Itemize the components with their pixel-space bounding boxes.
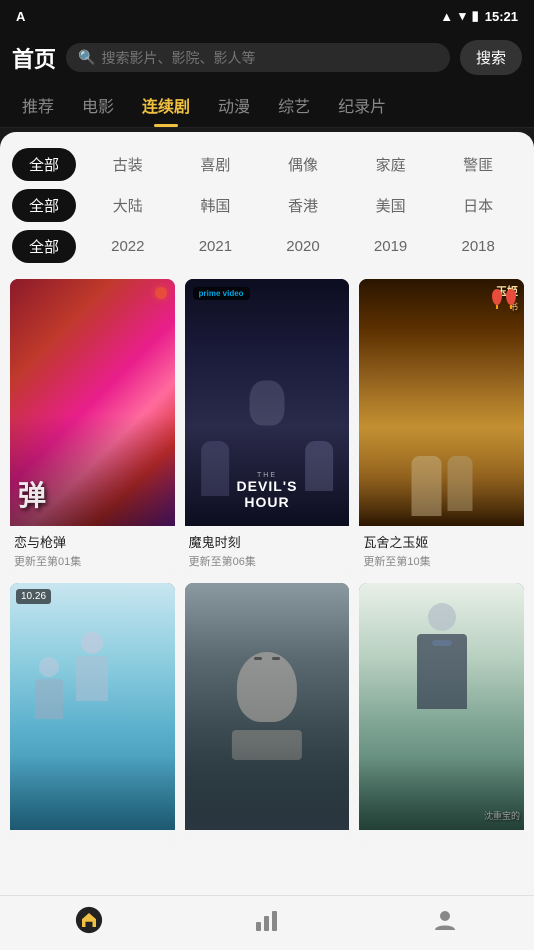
movie-info-1: 恋与枪弹 更新至第01集 xyxy=(10,526,175,573)
filter-japan[interactable]: 日本 xyxy=(457,191,499,220)
filter-row-year: 全部 2022 2021 2020 2019 2018 xyxy=(0,226,534,267)
tab-movie[interactable]: 电影 xyxy=(68,83,128,127)
header: 首页 🔍 搜索 xyxy=(0,32,534,83)
movie-title-3: 瓦舍之玉姬 xyxy=(363,532,520,551)
tab-variety[interactable]: 综艺 xyxy=(264,83,324,127)
profile-icon xyxy=(431,906,459,934)
home-icon-container xyxy=(75,906,103,934)
app-icon: A xyxy=(16,9,25,24)
movie-poster-6: 沈重宝的 xyxy=(359,583,524,830)
movie-info-2: 魔鬼时刻 更新至第06集 xyxy=(185,526,350,573)
movie-card-5[interactable] xyxy=(185,583,350,842)
movie-card-4[interactable]: 10.26 xyxy=(10,583,175,842)
tab-documentary[interactable]: 纪录片 xyxy=(324,83,400,127)
tab-series[interactable]: 连续剧 xyxy=(128,83,204,127)
tab-recommend[interactable]: 推荐 xyxy=(8,83,68,127)
status-bar: A ▲ ▾ ▮ 15:21 xyxy=(0,0,534,32)
movie-poster-1: 弹 xyxy=(10,279,175,526)
filter-row-region: 全部 大陆 韩国 香港 美国 日本 xyxy=(0,185,534,226)
chart-icon-container xyxy=(253,906,281,934)
movie-card-3[interactable]: 玉姬 书 瓦舍之玉姬 更新至第10集 xyxy=(359,279,524,573)
filter-family[interactable]: 家庭 xyxy=(370,150,412,179)
filter-genre-all[interactable]: 全部 xyxy=(12,148,76,181)
movie-poster-4: 10.26 xyxy=(10,583,175,830)
prime-badge: prime video xyxy=(193,287,250,300)
movie-poster-2: prime video THE DEVIL'S HOUR xyxy=(185,279,350,526)
filter-2020[interactable]: 2020 xyxy=(280,234,325,259)
filter-idol[interactable]: 偶像 xyxy=(282,150,324,179)
filter-row-genre: 全部 古装 喜剧 偶像 家庭 警匪 xyxy=(0,144,534,185)
bottom-nav-home[interactable] xyxy=(75,906,103,934)
filter-hongkong[interactable]: 香港 xyxy=(282,191,324,220)
bottom-nav-chart[interactable] xyxy=(253,906,281,934)
movie-subtitle-2: 更新至第06集 xyxy=(189,553,346,569)
bottom-nav xyxy=(0,895,534,950)
app-title: 首页 xyxy=(12,42,56,74)
signal-icon: ▲ xyxy=(440,9,453,24)
movie-card-1[interactable]: 弹 恋与枪弹 更新至第01集 xyxy=(10,279,175,573)
search-bar: 🔍 xyxy=(66,43,450,72)
home-icon xyxy=(75,904,103,936)
filter-2022[interactable]: 2022 xyxy=(105,234,150,259)
filter-year-items: 2022 2021 2020 2019 2018 xyxy=(84,234,522,259)
nav-tabs: 推荐 电影 连续剧 动漫 综艺 纪录片 xyxy=(0,83,534,128)
filter-2019[interactable]: 2019 xyxy=(368,234,413,259)
movie-card-2[interactable]: prime video THE DEVIL'S HOUR xyxy=(185,279,350,573)
movie-poster-5 xyxy=(185,583,350,830)
bottom-nav-profile[interactable] xyxy=(431,906,459,934)
battery-icon: ▮ xyxy=(472,8,479,24)
filter-region-items: 大陆 韩国 香港 美国 日本 xyxy=(84,191,522,220)
movie-info-3: 瓦舍之玉姬 更新至第10集 xyxy=(359,526,524,573)
movie-info-4 xyxy=(10,830,175,842)
profile-icon-container xyxy=(431,906,459,934)
chart-icon xyxy=(253,906,281,934)
search-button[interactable]: 搜索 xyxy=(460,40,522,75)
devils-hour-title: THE DEVIL'S HOUR xyxy=(237,472,298,510)
time: 15:21 xyxy=(485,9,518,24)
lanterns xyxy=(492,289,516,305)
search-icon: 🔍 xyxy=(78,49,95,66)
filter-2018[interactable]: 2018 xyxy=(455,234,500,259)
movie-subtitle-3: 更新至第10集 xyxy=(363,553,520,569)
filter-year-all[interactable]: 全部 xyxy=(12,230,76,263)
wifi-icon: ▾ xyxy=(459,8,466,24)
filter-region-all[interactable]: 全部 xyxy=(12,189,76,222)
main-content: 全部 古装 喜剧 偶像 家庭 警匪 全部 大陆 韩国 香港 美国 日本 全部 2… xyxy=(0,132,534,934)
filter-korea[interactable]: 韩国 xyxy=(194,191,236,220)
filter-usa[interactable]: 美国 xyxy=(370,191,412,220)
movie-info-6 xyxy=(359,830,524,842)
filter-police[interactable]: 警匪 xyxy=(457,150,499,179)
filter-2021[interactable]: 2021 xyxy=(193,234,238,259)
content-grid: 弹 恋与枪弹 更新至第01集 prime video xyxy=(0,267,534,842)
movie-subtitle-1: 更新至第01集 xyxy=(14,553,171,569)
search-input[interactable] xyxy=(101,50,438,66)
filter-comedy[interactable]: 喜剧 xyxy=(194,150,236,179)
tab-anime[interactable]: 动漫 xyxy=(204,83,264,127)
status-right: ▲ ▾ ▮ 15:21 xyxy=(440,8,518,24)
filter-genre-items: 古装 喜剧 偶像 家庭 警匪 xyxy=(84,150,522,179)
movie-title-2: 魔鬼时刻 xyxy=(189,532,346,551)
filter-mainland[interactable]: 大陆 xyxy=(107,191,149,220)
movie-title-1: 恋与枪弹 xyxy=(14,532,171,551)
poster-date-badge-4: 10.26 xyxy=(16,589,51,604)
movie-info-5 xyxy=(185,830,350,842)
movie-card-6[interactable]: 沈重宝的 xyxy=(359,583,524,842)
movie-poster-3: 玉姬 书 xyxy=(359,279,524,526)
filter-guzhuan[interactable]: 古装 xyxy=(107,150,149,179)
